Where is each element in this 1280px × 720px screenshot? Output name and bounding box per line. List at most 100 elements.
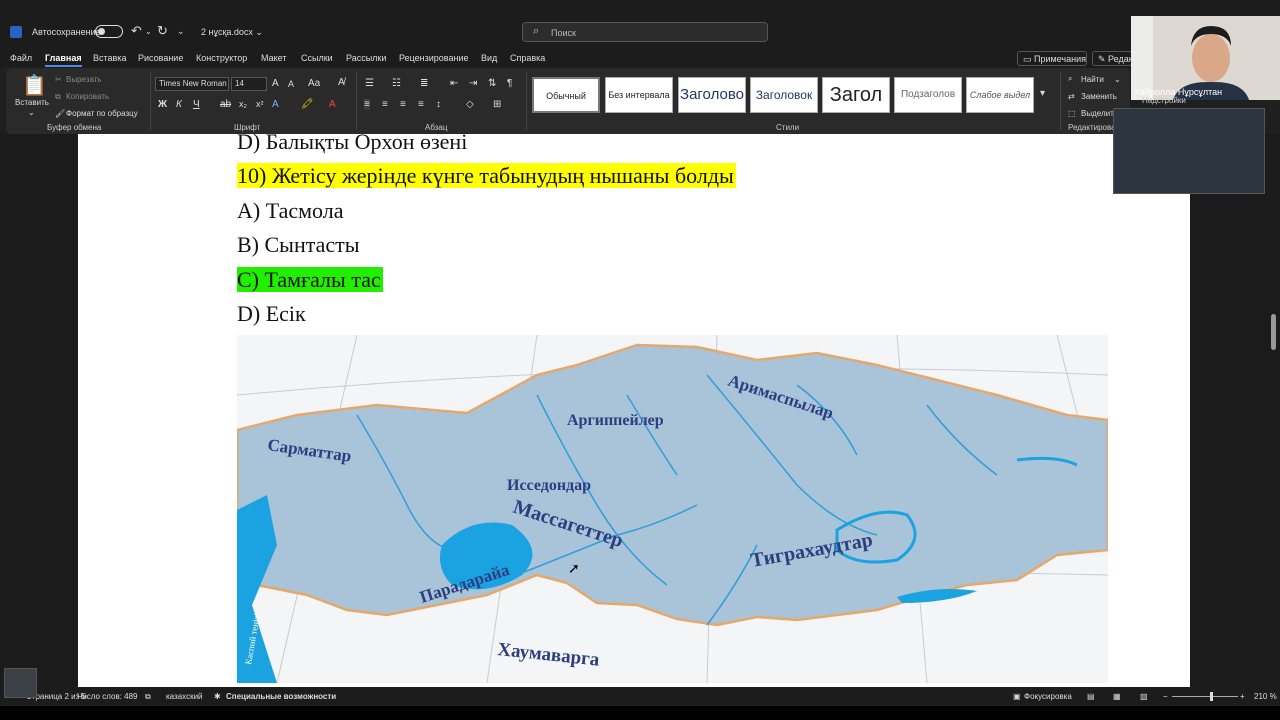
option-d[interactable]: D) Есік — [237, 300, 306, 328]
vertical-scrollbar[interactable] — [1268, 134, 1280, 687]
redo-icon[interactable]: ↻ — [157, 23, 168, 39]
find-button[interactable]: Найти — [1081, 75, 1104, 84]
increase-indent-icon[interactable]: ⇥ — [469, 78, 477, 89]
style-subtle-emphasis[interactable]: Слабое выдел — [966, 77, 1034, 113]
undo-dropdown-icon[interactable]: ⌄ — [145, 27, 152, 36]
print-layout-icon[interactable]: ▦ — [1113, 692, 1121, 701]
comments-button[interactable]: ▭ Примечания — [1017, 51, 1087, 66]
focus-mode-button[interactable]: Фокусировка — [1024, 692, 1072, 701]
align-center-icon[interactable]: ≡ — [382, 99, 388, 110]
format-painter-icon[interactable]: 🖌 — [55, 109, 65, 118]
align-left-icon[interactable]: ≡ — [364, 99, 370, 110]
accessibility-status[interactable]: Специальные возможности — [226, 692, 336, 701]
tab-home[interactable]: Главная — [45, 53, 82, 67]
option-c[interactable]: C) Тамғалы тас — [237, 266, 383, 294]
align-right-icon[interactable]: ≡ — [400, 99, 406, 110]
paste-button[interactable]: Вставить — [15, 98, 49, 107]
paste-dropdown-icon[interactable]: ⌄ — [28, 108, 35, 117]
question-10[interactable]: 10) Жетісу жерінде күнге табынудың нышан… — [237, 162, 736, 190]
undo-icon[interactable]: ↶ — [131, 23, 142, 39]
customize-qat-icon[interactable]: ⌄ — [177, 26, 185, 37]
justify-icon[interactable]: ≡ — [418, 99, 424, 110]
replace-button[interactable]: Заменить — [1081, 92, 1117, 101]
tab-insert[interactable]: Вставка — [93, 53, 126, 63]
cut-icon[interactable]: ✂ — [55, 75, 62, 84]
find-dropdown-icon[interactable]: ⌄ — [1114, 75, 1121, 84]
option-d-previous[interactable]: D) Балықты Орхон өзені — [237, 134, 467, 156]
editing-mode-button[interactable]: ✎ Редакт — [1092, 51, 1132, 66]
language[interactable]: казахский — [166, 692, 203, 701]
word-logo-icon — [10, 26, 22, 38]
change-case-icon[interactable]: Aa — [308, 78, 320, 89]
superscript-icon[interactable]: x² — [256, 99, 264, 109]
zoom-slider-thumb[interactable] — [1210, 692, 1213, 701]
line-spacing-icon[interactable]: ↕ — [436, 99, 441, 110]
bullets-icon[interactable]: ☰ — [365, 78, 374, 89]
styles-more-icon[interactable]: ▾ — [1040, 88, 1045, 99]
style-heading-1[interactable]: Заголово — [678, 77, 746, 113]
grow-font-icon[interactable]: A — [272, 78, 279, 89]
multilevel-list-icon[interactable]: ≣ — [420, 78, 428, 89]
read-mode-icon[interactable]: ▤ — [1087, 692, 1095, 701]
bottom-strip — [0, 706, 1280, 720]
tab-review[interactable]: Рецензирование — [399, 53, 469, 63]
copy-button[interactable]: Копировать — [66, 92, 109, 101]
tab-references[interactable]: Ссылки — [301, 53, 333, 63]
tab-layout[interactable]: Макет — [261, 53, 286, 63]
font-name-box[interactable]: Times New Roman — [155, 77, 229, 91]
ancient-tribes-map[interactable]: Сарматтар Аргиппейлер Аримаспылар Исседо… — [237, 335, 1108, 683]
copy-icon[interactable]: ⧉ — [55, 92, 61, 102]
style-heading-2[interactable]: Заголовок — [750, 77, 818, 113]
autosave-toggle[interactable] — [95, 25, 123, 38]
web-layout-icon[interactable]: ▧ — [1140, 692, 1148, 701]
document-page[interactable]: D) Балықты Орхон өзені 10) Жетісу жерінд… — [78, 134, 1190, 687]
tab-file[interactable]: Файл — [10, 53, 32, 63]
style-no-spacing[interactable]: Без интервала — [605, 77, 673, 113]
option-b[interactable]: B) Сынтасты — [237, 231, 360, 259]
scroll-thumb[interactable] — [1271, 314, 1276, 350]
zoom-level[interactable]: 210 % — [1254, 692, 1277, 701]
proofing-icon[interactable]: ⧉ — [145, 692, 151, 702]
borders-icon[interactable]: ⊞ — [493, 99, 501, 110]
font-color-icon[interactable]: A — [329, 99, 336, 110]
replace-icon[interactable]: ⇄ — [1068, 92, 1075, 101]
zoom-out-icon[interactable]: − — [1163, 692, 1168, 701]
style-normal[interactable]: Обычный — [532, 77, 600, 113]
search-box[interactable]: ⌕ Поиск — [522, 22, 768, 42]
map-graphic: Сарматтар Аргиппейлер Аримаспылар Исседо… — [237, 335, 1108, 683]
bold-icon[interactable]: Ж — [158, 99, 167, 110]
underline-icon[interactable]: Ч — [193, 99, 200, 110]
highlight-color-icon[interactable]: 🖍 — [301, 99, 314, 110]
word-count[interactable]: Число слов: 489 — [77, 692, 137, 701]
find-icon[interactable]: ⌕ — [1068, 74, 1072, 84]
tab-mailings[interactable]: Рассылки — [346, 53, 386, 63]
tab-help[interactable]: Справка — [510, 53, 545, 63]
focus-icon: ▣ — [1013, 692, 1021, 701]
tab-design[interactable]: Конструктор — [196, 53, 247, 63]
sort-icon[interactable]: ⇅ — [488, 78, 496, 89]
style-title[interactable]: Загол — [822, 77, 890, 113]
tab-draw[interactable]: Рисование — [138, 53, 183, 63]
option-a[interactable]: A) Тасмола — [237, 197, 344, 225]
numbering-icon[interactable]: ☷ — [392, 78, 401, 89]
shrink-font-icon[interactable]: A — [288, 79, 294, 89]
zoom-in-icon[interactable]: + — [1240, 692, 1245, 701]
shading-icon[interactable]: ◇ — [466, 99, 474, 110]
strikethrough-icon[interactable]: ab — [220, 99, 231, 110]
document-title[interactable]: 2 нұсқа.docx ⌄ — [201, 27, 263, 38]
status-bar: Страница 2 из 5 Число слов: 489 ⧉ казахс… — [0, 687, 1280, 706]
cut-button[interactable]: Вырезать — [66, 75, 102, 84]
subscript-icon[interactable]: x₂ — [239, 99, 247, 109]
style-subtitle[interactable]: Подзаголов — [894, 77, 962, 113]
show-marks-icon[interactable]: ¶ — [507, 78, 512, 89]
paste-icon[interactable]: 📋 — [22, 73, 47, 98]
italic-icon[interactable]: К — [176, 99, 182, 110]
decrease-indent-icon[interactable]: ⇤ — [450, 78, 458, 89]
clear-formatting-icon[interactable]: A̸ — [338, 77, 345, 88]
tab-view[interactable]: Вид — [481, 53, 497, 63]
font-size-box[interactable]: 14 — [231, 77, 267, 91]
format-painter-button[interactable]: Формат по образцу — [66, 109, 138, 118]
text-effects-icon[interactable]: A — [272, 99, 279, 110]
zoom-slider[interactable] — [1172, 696, 1238, 697]
select-icon[interactable]: ⬚ — [1068, 109, 1076, 118]
